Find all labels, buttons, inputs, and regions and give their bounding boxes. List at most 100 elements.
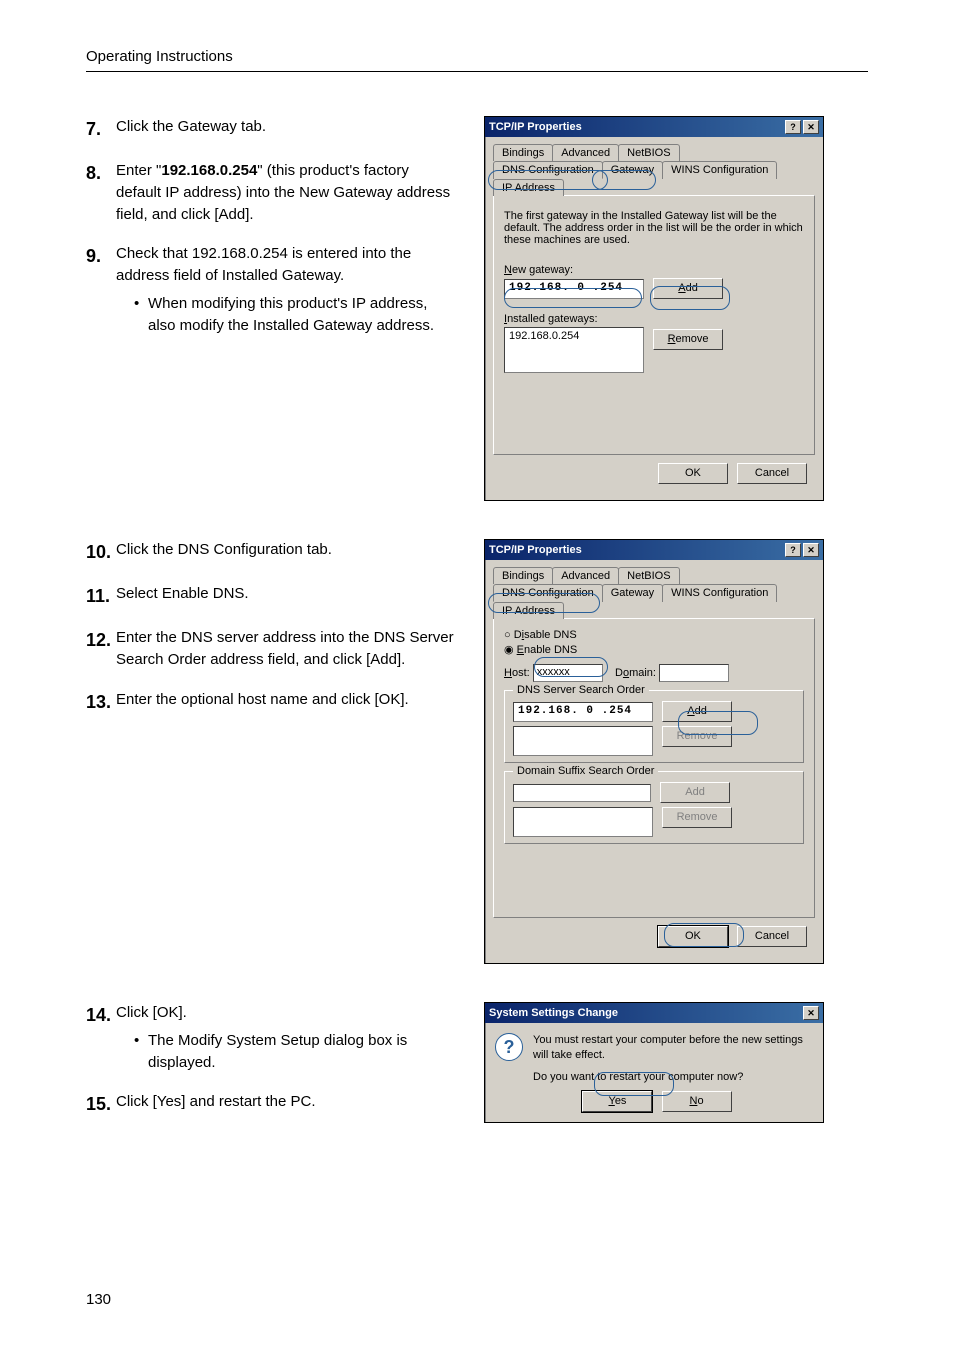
step-11: 11. Select Enable DNS. xyxy=(86,583,456,609)
domain-suffix-group: Domain Suffix Search Order Add Remove xyxy=(504,771,804,844)
dns-search-order-group: DNS Server Search Order 192.168. 0 .254 … xyxy=(504,690,804,763)
suffix-list[interactable] xyxy=(513,807,653,837)
suffix-input[interactable] xyxy=(513,784,651,802)
dialog-title: System Settings Change xyxy=(489,1007,801,1019)
step-9: 9. Check that 192.168.0.254 is entered i… xyxy=(86,243,456,336)
step-text: Click the DNS Configuration tab. xyxy=(116,539,456,561)
step-list-b: 10. Click the DNS Configuration tab. 11.… xyxy=(86,539,456,715)
step-number: 9. xyxy=(86,243,116,269)
tab-dns-config[interactable]: DNS Configuration xyxy=(493,584,603,602)
step-number: 14. xyxy=(86,1002,116,1028)
close-button[interactable]: ✕ xyxy=(803,1006,819,1020)
ok-button[interactable]: OK xyxy=(658,463,728,484)
step-list-c: 14. Click [OK]. • The Modify System Setu… xyxy=(86,1002,456,1117)
add-gateway-button[interactable]: Add xyxy=(653,278,723,299)
step-8: 8. Enter "192.168.0.254" (this product's… xyxy=(86,160,456,225)
close-button[interactable]: ✕ xyxy=(803,120,819,134)
yes-button[interactable]: Yes xyxy=(582,1091,652,1112)
tab-netbios[interactable]: NetBIOS xyxy=(618,567,679,584)
step-number: 7. xyxy=(86,116,116,142)
step-text: Select Enable DNS. xyxy=(116,583,456,605)
new-gateway-input[interactable]: 192.168. 0 .254 xyxy=(504,279,644,299)
step-number: 15. xyxy=(86,1091,116,1117)
tcpip-properties-dns-dialog: TCP/IP Properties ? ✕ Bindings Advanced … xyxy=(484,539,824,964)
step-7: 7. Click the Gateway tab. xyxy=(86,116,456,142)
step-number: 12. xyxy=(86,627,116,653)
step-13: 13. Enter the optional host name and cli… xyxy=(86,689,456,715)
suffix-add-button[interactable]: Add xyxy=(660,782,730,803)
step-number: 13. xyxy=(86,689,116,715)
cancel-button[interactable]: Cancel xyxy=(737,463,807,484)
step-text: Enter "192.168.0.254" (this product's fa… xyxy=(116,160,456,225)
question-icon: ? xyxy=(495,1033,523,1061)
tab-ip-address[interactable]: IP Address xyxy=(493,179,564,196)
disable-dns-radio[interactable]: Disable DNS xyxy=(504,629,804,641)
no-button[interactable]: No xyxy=(662,1091,732,1112)
enable-dns-radio[interactable]: Enable DNS xyxy=(504,643,804,656)
step-text: Click the Gateway tab. xyxy=(116,116,456,138)
step-text: Click [OK]. xyxy=(116,1004,187,1021)
domain-label: Domain: xyxy=(615,667,656,679)
host-input[interactable]: xxxxxx xyxy=(533,664,603,682)
titlebar: System Settings Change ✕ xyxy=(485,1003,823,1023)
step-list-a: 7. Click the Gateway tab. 8. Enter "192.… xyxy=(86,116,456,336)
close-button[interactable]: ✕ xyxy=(803,543,819,557)
tab-dns-config[interactable]: DNS Configuration xyxy=(493,161,603,179)
dns-server-input[interactable]: 192.168. 0 .254 xyxy=(513,702,653,722)
dns-search-order-label: DNS Server Search Order xyxy=(513,684,649,696)
tab-gateway[interactable]: Gateway xyxy=(602,161,663,179)
installed-gateways-label: Installed gateways: xyxy=(504,313,804,325)
restart-message-2: Do you want to restart your computer now… xyxy=(533,1070,813,1085)
dns-add-button[interactable]: Add xyxy=(662,701,732,722)
gateway-help-text: The first gateway in the Installed Gatew… xyxy=(504,210,804,246)
step-10: 10. Click the DNS Configuration tab. xyxy=(86,539,456,565)
host-label: H xyxy=(504,667,512,679)
restart-message-1: You must restart your computer before th… xyxy=(533,1033,813,1064)
tab-advanced[interactable]: Advanced xyxy=(552,567,619,584)
step-text: Check that 192.168.0.254 is entered into… xyxy=(116,245,411,284)
tab-bindings[interactable]: Bindings xyxy=(493,567,553,584)
dns-server-list[interactable] xyxy=(513,726,653,756)
dialog-title: TCP/IP Properties xyxy=(489,544,783,556)
bullet-text: The Modify System Setup dialog box is di… xyxy=(148,1030,456,1074)
step-14: 14. Click [OK]. • The Modify System Setu… xyxy=(86,1002,456,1073)
tab-netbios[interactable]: NetBIOS xyxy=(618,144,679,161)
step-15: 15. Click [Yes] and restart the PC. xyxy=(86,1091,456,1117)
step-bullet: • The Modify System Setup dialog box is … xyxy=(134,1030,456,1074)
help-button[interactable]: ? xyxy=(785,120,801,134)
tab-row: Bindings Advanced NetBIOS DNS Configurat… xyxy=(493,566,815,618)
titlebar: TCP/IP Properties ? ✕ xyxy=(485,117,823,137)
step-number: 8. xyxy=(86,160,116,186)
tab-gateway[interactable]: Gateway xyxy=(602,584,663,602)
tab-row: Bindings Advanced NetBIOS DNS Configurat… xyxy=(493,143,815,195)
step-text: Enter the DNS server address into the DN… xyxy=(116,627,456,671)
installed-gateways-list[interactable]: 192.168.0.254 xyxy=(504,327,644,373)
help-button[interactable]: ? xyxy=(785,543,801,557)
bullet-dot-icon: • xyxy=(134,293,148,315)
step-text: Click [Yes] and restart the PC. xyxy=(116,1091,456,1113)
system-settings-change-dialog: System Settings Change ✕ ? You must rest… xyxy=(484,1002,824,1123)
tcpip-properties-gateway-dialog: TCP/IP Properties ? ✕ Bindings Advanced … xyxy=(484,116,824,501)
bullet-text: When modifying this product's IP address… xyxy=(148,293,456,337)
step-number: 10. xyxy=(86,539,116,565)
tab-wins-config[interactable]: WINS Configuration xyxy=(662,161,777,179)
cancel-button[interactable]: Cancel xyxy=(737,926,807,947)
dns-remove-button[interactable]: Remove xyxy=(662,726,732,747)
step-12: 12. Enter the DNS server address into th… xyxy=(86,627,456,671)
tab-wins-config[interactable]: WINS Configuration xyxy=(662,584,777,602)
domain-suffix-label: Domain Suffix Search Order xyxy=(513,765,658,777)
tab-bindings[interactable]: Bindings xyxy=(493,144,553,161)
step-bullet: • When modifying this product's IP addre… xyxy=(134,293,456,337)
tab-ip-address[interactable]: IP Address xyxy=(493,602,564,619)
suffix-remove-button[interactable]: Remove xyxy=(662,807,732,828)
dialog-title: TCP/IP Properties xyxy=(489,121,783,133)
titlebar: TCP/IP Properties ? ✕ xyxy=(485,540,823,560)
tab-advanced[interactable]: Advanced xyxy=(552,144,619,161)
remove-gateway-button[interactable]: Remove xyxy=(653,329,723,350)
ok-button[interactable]: OK xyxy=(658,926,728,947)
step-text-bold: 192.168.0.254 xyxy=(161,162,257,179)
domain-input[interactable] xyxy=(659,664,729,682)
page-number: 130 xyxy=(86,1291,111,1308)
step-text-prefix: Enter " xyxy=(116,162,161,179)
step-text: Enter the optional host name and click [… xyxy=(116,689,456,711)
